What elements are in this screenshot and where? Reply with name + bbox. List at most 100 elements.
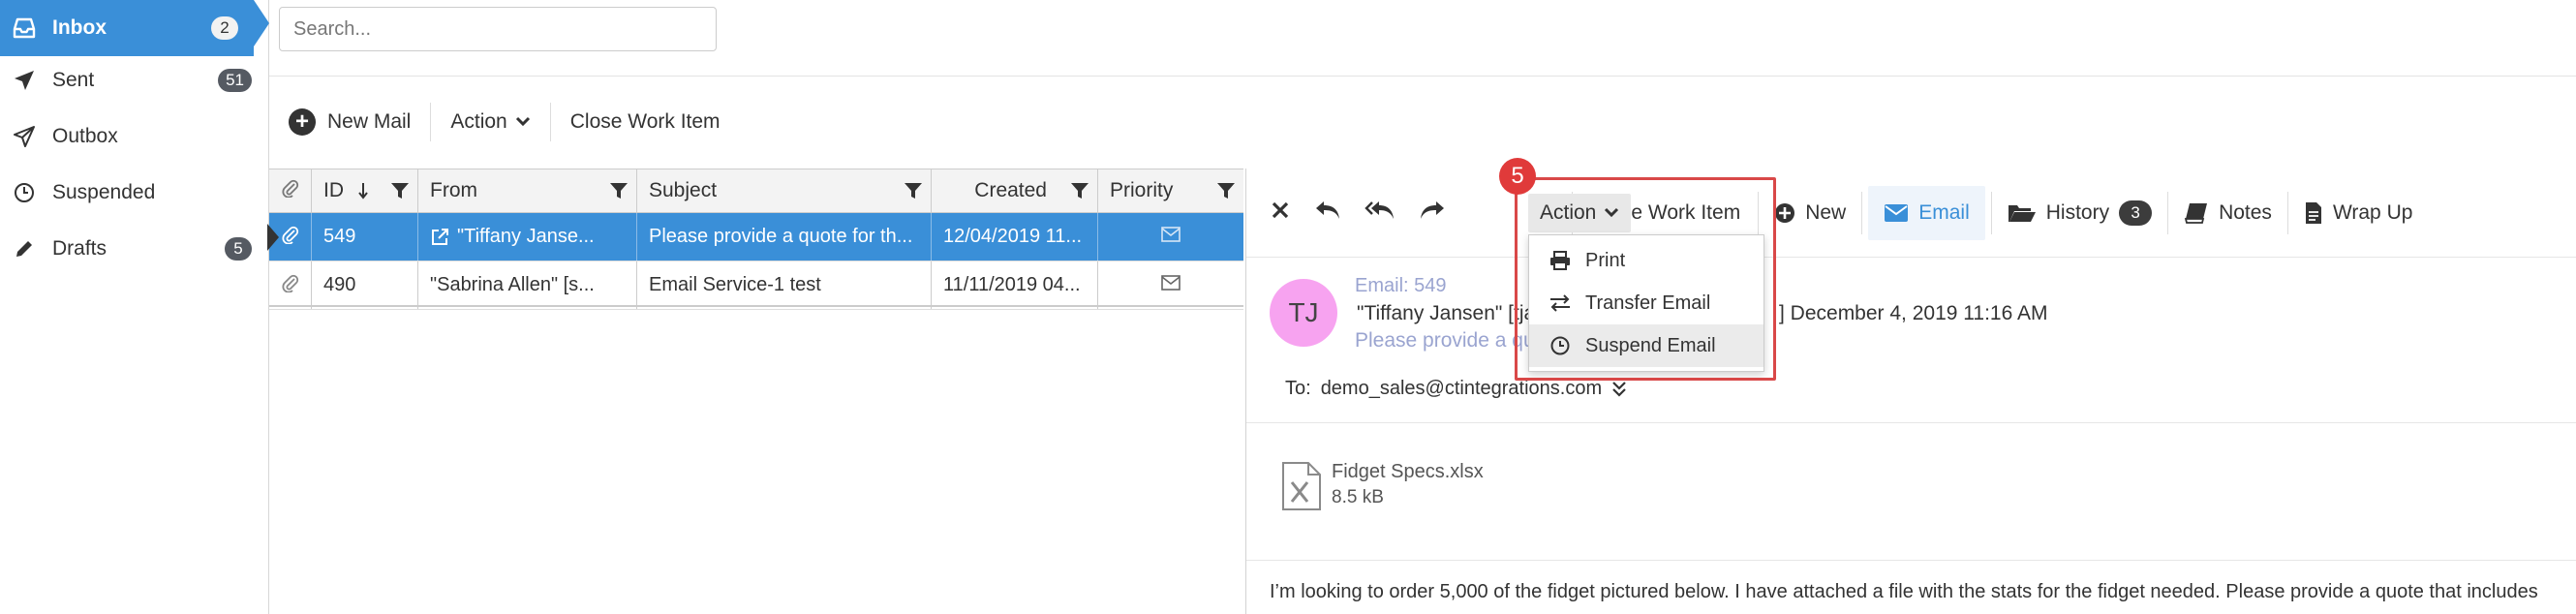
column-label: ID — [323, 179, 344, 201]
divider — [269, 76, 2576, 77]
forward-button[interactable] — [1407, 186, 1457, 240]
current-row-indicator — [267, 224, 279, 251]
email-subject: Please provide a qu — [1355, 329, 1535, 352]
paper-plane-outline-icon — [12, 124, 37, 149]
action-dropdown-button[interactable]: Action — [431, 97, 549, 147]
table-bottom-border — [269, 305, 1243, 307]
attachment-column-header[interactable] — [269, 169, 312, 212]
sidebar-item-label: Outbox — [52, 125, 118, 147]
attachment[interactable]: Fidget Specs.xlsx 8.5 kB — [1281, 461, 1484, 516]
reply-icon — [1314, 200, 1341, 227]
column-header-id[interactable]: ID — [312, 169, 418, 212]
sidebar-item-suspended[interactable]: Suspended — [0, 165, 269, 221]
plus-circle-icon: + — [289, 108, 316, 136]
count-badge: 51 — [218, 69, 252, 92]
filter-icon[interactable] — [904, 181, 923, 200]
action-label: Action — [450, 110, 507, 133]
sidebar: Inbox 2 Sent 51 Outbox Suspended Drafts … — [0, 0, 269, 614]
created-cell: 12/04/2019 11... — [932, 213, 1098, 261]
count-badge: 2 — [211, 16, 238, 40]
email-tab-button[interactable]: Email — [1868, 185, 1985, 240]
column-header-priority[interactable]: Priority — [1098, 169, 1243, 212]
active-indicator — [254, 0, 269, 46]
paperclip-icon — [281, 273, 299, 298]
reply-all-button[interactable] — [1353, 186, 1407, 240]
email-label: Email — [1918, 200, 1970, 224]
paperclip-icon — [281, 225, 299, 250]
filter-icon[interactable] — [390, 181, 410, 200]
new-label: New — [1805, 200, 1847, 224]
filter-icon[interactable] — [609, 181, 629, 200]
sidebar-item-drafts[interactable]: Drafts 5 — [0, 221, 269, 277]
table-row[interactable]: 490 "Sabrina Allen" [s... Email Service-… — [269, 261, 1243, 310]
forward-icon — [1419, 200, 1446, 227]
attachment-name: Fidget Specs.xlsx — [1332, 461, 1484, 482]
close-icon — [1272, 201, 1289, 225]
history-count-badge: 3 — [2119, 200, 2153, 226]
from-text: "Tiffany Janse... — [457, 226, 595, 247]
subject-cell: Please provide a quote for th... — [637, 213, 932, 261]
email-id: Email: 549 — [1355, 275, 1447, 296]
created-cell: 11/11/2019 04... — [932, 261, 1098, 309]
table-header: ID From Subject Created Priority — [269, 169, 1243, 213]
search-box — [279, 7, 717, 51]
column-label: Priority — [1110, 179, 1174, 201]
search-input[interactable] — [280, 8, 716, 50]
external-link-icon[interactable] — [430, 228, 449, 247]
sidebar-item-sent[interactable]: Sent 51 — [0, 52, 269, 108]
priority-cell — [1098, 213, 1243, 261]
sidebar-item-label: Inbox — [52, 16, 107, 39]
history-tab-button[interactable]: History 3 — [1992, 186, 2167, 240]
column-label: From — [430, 179, 477, 201]
count-badge: 5 — [225, 237, 252, 261]
filter-icon[interactable] — [1216, 181, 1236, 200]
column-header-from[interactable]: From — [418, 169, 637, 212]
plus-circle-icon — [1774, 202, 1795, 224]
sidebar-item-label: Suspended — [52, 181, 156, 203]
id-cell: 549 — [312, 213, 418, 261]
notes-label: Notes — [2219, 200, 2272, 224]
divider — [1246, 560, 2576, 561]
history-label: History — [2045, 200, 2110, 224]
email-from: "Tiffany Jansen" [tja — [1357, 302, 1536, 324]
sort-down-arrow-icon — [357, 182, 369, 200]
highlight-annotation-box — [1515, 177, 1776, 381]
column-label: Subject — [649, 179, 718, 201]
filter-icon[interactable] — [1070, 181, 1089, 200]
to-address: demo_sales@ctintegrations.com — [1320, 378, 1603, 399]
mail-toolbar: + New Mail Action Close Work Item — [269, 97, 740, 147]
envelope-icon — [1161, 274, 1181, 296]
subject-cell: Email Service-1 test — [637, 261, 932, 309]
column-header-subject[interactable]: Subject — [637, 169, 932, 212]
priority-cell — [1098, 261, 1243, 309]
clock-icon — [12, 180, 37, 205]
column-header-created[interactable]: Created — [932, 169, 1098, 212]
from-cell: "Tiffany Janse... — [418, 213, 637, 261]
to-line: To: demo_sales@ctintegrations.com — [1285, 378, 1627, 400]
folder-open-icon — [2008, 202, 2037, 224]
to-label: To: — [1285, 378, 1311, 399]
double-chevron-down-icon[interactable] — [1611, 381, 1627, 398]
paper-plane-icon — [12, 68, 37, 93]
sidebar-item-label: Sent — [52, 69, 95, 91]
document-icon — [2304, 201, 2323, 225]
toolbar-separator — [1861, 191, 1863, 234]
chevron-down-icon — [515, 116, 531, 128]
reply-button[interactable] — [1303, 186, 1353, 240]
close-work-item-button[interactable]: Close Work Item — [551, 97, 740, 147]
table-row[interactable]: 549 "Tiffany Janse... Please provide a q… — [267, 213, 1243, 261]
from-cell: "Sabrina Allen" [s... — [418, 261, 637, 309]
paperclip-icon — [281, 178, 299, 203]
notes-tab-button[interactable]: Notes — [2168, 186, 2287, 240]
email-body: I’m looking to order 5,000 of the fidget… — [1270, 581, 2538, 602]
mail-table: ID From Subject Created Priority 549 "Ti… — [267, 169, 1243, 310]
sidebar-item-inbox[interactable]: Inbox 2 — [0, 0, 269, 56]
book-icon — [2184, 202, 2209, 224]
new-mail-button[interactable]: + New Mail — [269, 97, 430, 147]
wrap-up-tab-button[interactable]: Wrap Up — [2288, 186, 2428, 240]
envelope-icon — [1884, 203, 1909, 223]
envelope-icon — [1161, 226, 1181, 248]
attachment-cell — [269, 261, 312, 309]
sidebar-item-outbox[interactable]: Outbox — [0, 108, 269, 165]
close-email-button[interactable] — [1246, 186, 1303, 240]
